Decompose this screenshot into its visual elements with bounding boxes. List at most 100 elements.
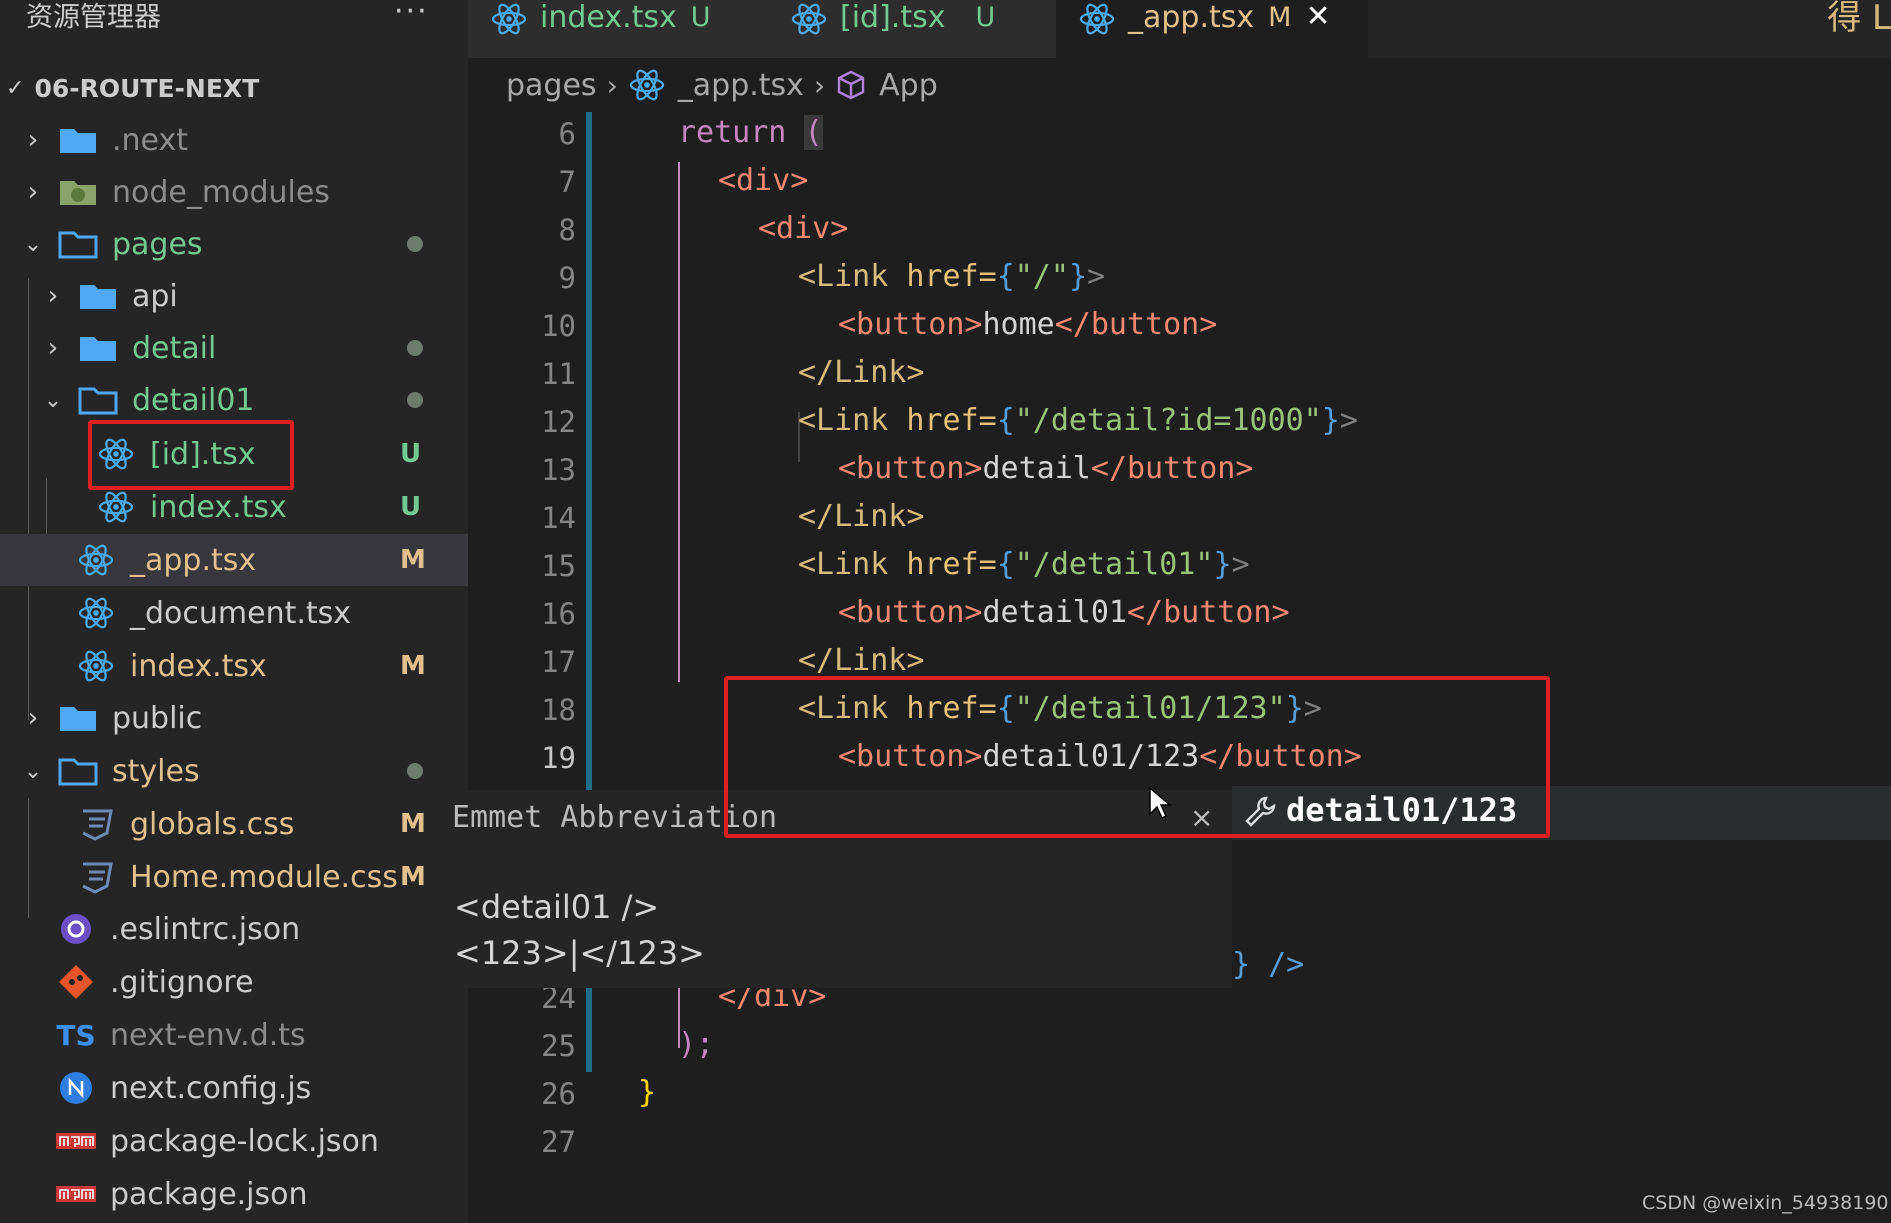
code-line: <Link href={"/detail01"}> — [798, 547, 1250, 582]
code-tag: <button> — [838, 451, 983, 486]
line-number: 27 — [541, 1125, 576, 1159]
tree-item-pages[interactable]: ⌄ pages — [0, 218, 468, 270]
cube-symbol-icon — [837, 70, 865, 100]
tree-item-node-modules[interactable]: › node_modules — [0, 166, 468, 218]
tree-item-package-json[interactable]: package.json — [0, 1168, 468, 1220]
code-component: <Link — [798, 403, 889, 438]
folder-icon — [78, 333, 118, 363]
tree-item-detail[interactable]: › detail — [0, 322, 468, 374]
folder-icon — [58, 125, 98, 155]
tree-item-eslintrc[interactable]: .eslintrc.json — [0, 903, 468, 955]
explorer-sidebar: ✓ 06-ROUTE-NEXT › .next › node_modules ⌄… — [0, 58, 468, 1223]
code-component: </Link> — [798, 643, 925, 678]
tree-item-next-config[interactable]: next.config.js — [0, 1062, 468, 1114]
breadcrumb-symbol[interactable]: App — [879, 68, 938, 103]
npm-icon — [56, 1179, 96, 1209]
tab-label: [id].tsx — [840, 0, 946, 35]
folder-icon — [78, 281, 118, 311]
tree-item-label: next.config.js — [110, 1070, 312, 1106]
code-string: "/detail01" — [1014, 547, 1214, 582]
chevron-right-icon: › — [27, 125, 39, 155]
code-line: </Link> — [798, 355, 924, 390]
line-number: 11 — [541, 357, 576, 391]
code-tag: <div> — [718, 163, 809, 198]
code-keyword: return — [678, 115, 787, 150]
react-file-icon — [76, 597, 116, 629]
react-file-icon — [491, 3, 527, 35]
chevron-down-icon: ⌄ — [43, 387, 63, 413]
folder-open-icon — [58, 229, 98, 259]
tree-item-home-module-css[interactable]: Home.module.css M — [0, 851, 468, 903]
code-string: "/" — [1014, 259, 1069, 294]
tree-item-api[interactable]: › api — [0, 270, 468, 322]
status-badge: M — [400, 809, 426, 839]
line-number: 19 — [541, 741, 576, 775]
modified-dot — [407, 236, 423, 252]
tree-item-pages-index-tsx[interactable]: index.tsx M — [0, 640, 468, 692]
tree-item-label: .gitignore — [110, 964, 254, 1000]
explorer-header: 资源管理器 ··· — [0, 0, 468, 58]
line-number: 15 — [541, 549, 576, 583]
code-tag: <button> — [838, 595, 983, 630]
tree-item-label: next-env.d.ts — [110, 1017, 306, 1053]
more-actions-icon[interactable]: ··· — [394, 0, 429, 29]
tab-id-tsx[interactable]: [id].tsx U — [768, 0, 1072, 58]
tab-status-badge: U — [690, 2, 711, 33]
tree-item-label: _app.tsx — [130, 542, 257, 578]
breadcrumb-file[interactable]: _app.tsx — [678, 68, 804, 103]
tree-item-next-env[interactable]: TS next-env.d.ts — [0, 1009, 468, 1061]
emmet-preview-line: <detail01 /> — [454, 888, 660, 926]
code-text: home — [982, 307, 1055, 342]
line-number: 6 — [558, 117, 576, 151]
tree-item-label: node_modules — [112, 174, 330, 210]
css-file-icon — [76, 862, 116, 894]
code-line: <div> — [718, 163, 808, 198]
tree-item-gitignore[interactable]: .gitignore — [0, 956, 468, 1008]
tree-item-app-tsx[interactable]: _app.tsx M — [0, 534, 468, 586]
code-punc: } /> — [1232, 947, 1305, 982]
code-component: <Link — [798, 259, 889, 294]
modified-dot — [407, 763, 423, 779]
code-line: <div> — [758, 211, 848, 246]
tree-item-detail01[interactable]: ⌄ detail01 — [0, 374, 468, 426]
tree-item-label: index.tsx — [150, 489, 287, 525]
corner-text: 得 L — [1827, 0, 1891, 38]
chevron-down-icon: ⌄ — [23, 758, 43, 784]
line-number: 16 — [541, 597, 576, 631]
bracket-guide — [678, 162, 680, 682]
tree-item-package-lock[interactable]: package-lock.json — [0, 1115, 468, 1167]
chevron-right-icon: › — [606, 68, 618, 102]
code-component: </Link> — [798, 499, 925, 534]
tree-item-label: detail01 — [132, 382, 255, 418]
react-file-icon — [791, 3, 827, 35]
react-file-icon — [1079, 3, 1115, 35]
breadcrumb-folder[interactable]: pages — [506, 68, 597, 103]
code-editor[interactable]: 6 7 8 9 10 11 12 13 14 15 16 17 18 19 24… — [468, 112, 1891, 1223]
tree-item-document-tsx[interactable]: _document.tsx — [0, 587, 468, 639]
line-number: 14 — [541, 501, 576, 535]
code-line: <button>home</button> — [838, 307, 1217, 342]
react-file-icon — [76, 650, 116, 682]
code-tag: <button> — [838, 307, 983, 342]
code-component: <Link — [798, 547, 889, 582]
git-icon — [56, 965, 96, 999]
tab-index-tsx[interactable]: index.tsx U — [468, 0, 772, 58]
tab-status-badge: M — [1268, 2, 1292, 33]
code-string: "/detail?id=1000" — [1014, 403, 1322, 438]
project-folder-header[interactable]: ✓ 06-ROUTE-NEXT — [0, 68, 468, 108]
tab-app-tsx[interactable]: _app.tsx M ✕ — [1056, 0, 1368, 58]
close-tab-icon[interactable]: ✕ — [1305, 0, 1330, 34]
project-name: 06-ROUTE-NEXT — [34, 73, 260, 103]
chevron-down-icon: ⌄ — [23, 231, 43, 257]
status-badge: M — [400, 862, 426, 892]
tree-item-label: styles — [112, 753, 200, 789]
code-line: <Link href={"/detail?id=1000"}> — [798, 403, 1358, 438]
tree-item-globals-css[interactable]: globals.css M — [0, 798, 468, 850]
breadcrumb: pages › _app.tsx › App — [468, 58, 1891, 112]
tree-item-label: index.tsx — [130, 648, 267, 684]
line-number: 12 — [541, 405, 576, 439]
tree-item-styles[interactable]: ⌄ styles — [0, 745, 468, 797]
tree-item-public[interactable]: › public — [0, 692, 468, 744]
tree-item-label: globals.css — [130, 806, 295, 842]
tree-item-next[interactable]: › .next — [0, 114, 468, 166]
